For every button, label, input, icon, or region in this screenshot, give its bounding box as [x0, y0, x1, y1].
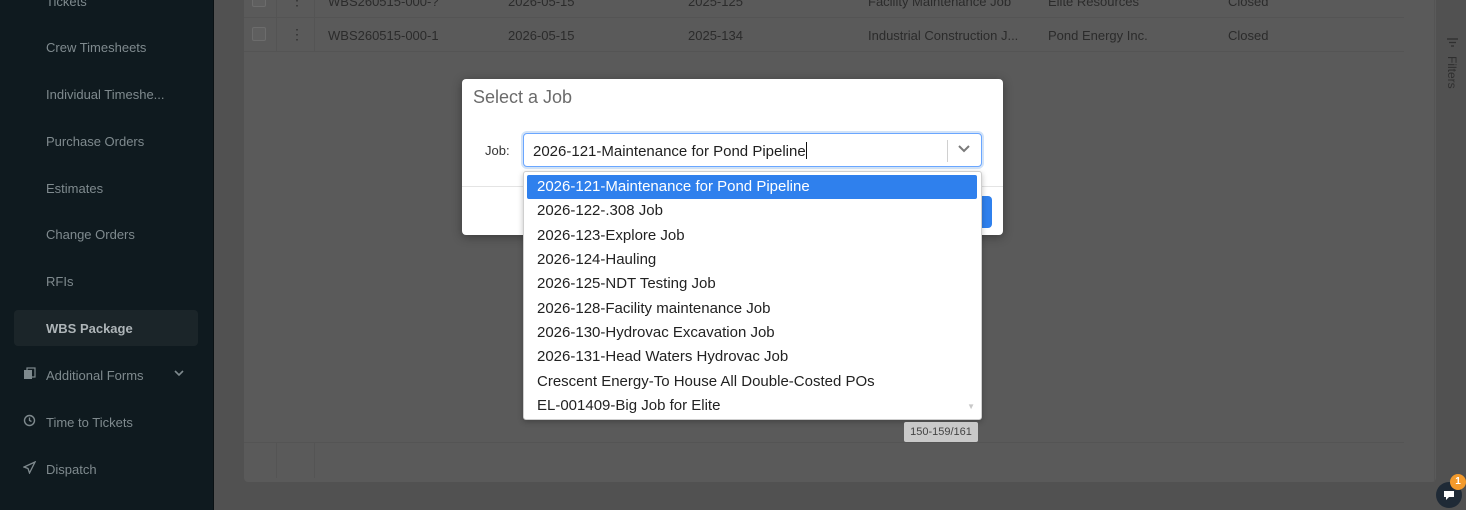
- filter-icon[interactable]: [1447, 36, 1458, 50]
- row-checkbox[interactable]: [252, 27, 266, 41]
- dropdown-option[interactable]: 2026-131-Head Waters Hydrovac Job: [527, 345, 977, 369]
- row-checkbox[interactable]: [252, 0, 266, 7]
- cell-wbs: WBS260515-000-?: [328, 0, 439, 9]
- cell-status: Closed: [1228, 28, 1269, 43]
- dropdown-option[interactable]: 2026-128-Facility maintenance Job: [527, 297, 977, 321]
- cell-date: 2026-05-15: [508, 28, 575, 43]
- sidebar-item-dispatch[interactable]: Dispatch: [14, 451, 198, 487]
- sidebar-item-change-orders[interactable]: Change Orders: [14, 216, 198, 252]
- chevron-down-icon[interactable]: [174, 367, 184, 381]
- job-select[interactable]: 2026-121-Maintenance for Pond Pipeline: [523, 133, 982, 167]
- dropdown-option[interactable]: Crescent Energy-To House All Double-Cost…: [527, 370, 977, 394]
- dropdown-option[interactable]: 2026-122-.308 Job: [527, 199, 977, 223]
- cell-description: Industrial Construction J...: [868, 28, 1019, 43]
- forms-icon: [22, 367, 36, 381]
- dropdown-option[interactable]: 2026-121-Maintenance for Pond Pipeline: [527, 175, 977, 199]
- table-row[interactable]: ⋮ WBS260515-000-1 2026-05-15 2025-134 In…: [244, 18, 1404, 52]
- cell-date: 2026-05-15: [508, 0, 575, 9]
- chevron-down-icon[interactable]: [958, 142, 970, 157]
- sidebar-item-purchase-orders[interactable]: Purchase Orders: [14, 123, 198, 159]
- cell-company: Elite Resources: [1048, 0, 1140, 9]
- cell-description: Facility Maintenance Job: [868, 0, 1012, 9]
- sidebar-item-label: Purchase Orders: [46, 133, 145, 149]
- kebab-menu-icon[interactable]: ⋮: [290, 0, 304, 9]
- dropdown-option[interactable]: 2026-123-Explore Job: [527, 224, 977, 248]
- sidebar-item-label: Crew Timesheets: [46, 39, 147, 55]
- filters-panel[interactable]: Filters: [1434, 0, 1466, 482]
- dropdown-option[interactable]: 2026-125-NDT Testing Job: [527, 272, 977, 296]
- job-dropdown-list[interactable]: 2026-121-Maintenance for Pond Pipeline 2…: [523, 171, 982, 420]
- notification-badge: 1: [1450, 474, 1466, 490]
- sidebar-item-wbs-package[interactable]: WBS Package: [14, 310, 198, 346]
- send-icon: [21, 460, 36, 475]
- sidebar-item-individual-timesheets[interactable]: Individual Timeshe...: [14, 76, 198, 112]
- job-select-input[interactable]: 2026-121-Maintenance for Pond Pipeline: [533, 142, 807, 160]
- sidebar-item-label: Time to Tickets: [46, 414, 133, 430]
- sidebar-item-label: RFIs: [46, 273, 74, 289]
- scroll-down-icon[interactable]: ▼: [967, 402, 975, 411]
- sidebar-item-label: Tickets: [46, 0, 87, 9]
- filters-label[interactable]: Filters: [1445, 56, 1459, 89]
- cell-job: 2025-134: [688, 28, 743, 43]
- sidebar-item-time-to-tickets[interactable]: Time to Tickets: [14, 404, 198, 440]
- sidebar: Tickets Crew Timesheets Individual Times…: [0, 0, 214, 510]
- kebab-menu-icon[interactable]: ⋮: [290, 26, 304, 43]
- dropdown-option[interactable]: 2026-130-Hydrovac Excavation Job: [527, 321, 977, 345]
- sidebar-item-tickets[interactable]: Tickets: [14, 0, 198, 19]
- clock-icon: [22, 414, 36, 428]
- sidebar-item-label: Change Orders: [46, 226, 135, 242]
- cell-status: Closed: [1228, 0, 1269, 9]
- sidebar-item-label: Individual Timeshe...: [46, 86, 165, 102]
- sidebar-item-label: Estimates: [46, 180, 104, 196]
- sidebar-item-label: Dispatch: [46, 461, 97, 477]
- dropdown-option[interactable]: 2026-124-Hauling: [527, 248, 977, 272]
- sidebar-item-additional-forms[interactable]: Additional Forms: [14, 357, 198, 393]
- cell-job: 2025-125: [688, 0, 743, 9]
- sidebar-item-label: Additional Forms: [46, 367, 144, 383]
- cell-wbs: WBS260515-000-1: [328, 28, 439, 43]
- modal-title: Select a Job: [473, 87, 573, 107]
- table-row[interactable]: ⋮ WBS260515-000-? 2026-05-15 2025-125 Fa…: [244, 0, 1404, 18]
- job-label: Job:: [485, 143, 510, 158]
- sidebar-item-rfis[interactable]: RFIs: [14, 263, 198, 299]
- sidebar-item-estimates[interactable]: Estimates: [14, 170, 198, 206]
- dropdown-option[interactable]: EL-001409-Big Job for Elite: [527, 394, 977, 418]
- sidebar-item-crew-timesheets[interactable]: Crew Timesheets: [14, 29, 198, 65]
- sidebar-item-label: WBS Package: [46, 320, 133, 336]
- table-footer-row: [244, 442, 1404, 478]
- cell-company: Pond Energy Inc.: [1048, 28, 1148, 43]
- dropdown-pager: 150-159/161: [904, 422, 978, 442]
